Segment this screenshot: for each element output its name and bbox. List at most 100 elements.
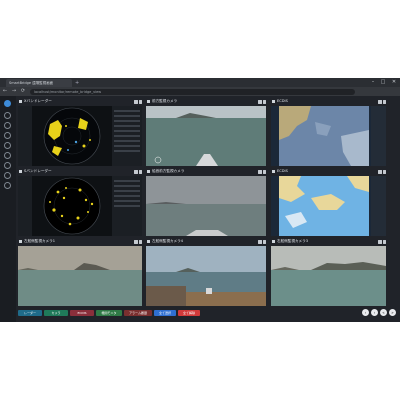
panel-forward-camera[interactable]: 前方監視カメラ [146, 98, 266, 166]
sidebar-camera-icon[interactable] [4, 122, 11, 129]
expand-icon[interactable] [262, 240, 266, 244]
panel-ecdis-1[interactable]: ECDIS [271, 98, 386, 166]
panel-bow-camera[interactable]: 船首前方監視カメラ [146, 168, 266, 236]
zoom-icon[interactable] [378, 240, 382, 244]
ecdis-view[interactable] [271, 106, 386, 166]
zoom-icon[interactable] [258, 240, 262, 244]
panel-title: 左舷側監視カメラ4 [152, 239, 184, 243]
zoom-icon[interactable] [378, 100, 382, 104]
sidebar-radar-icon[interactable] [4, 112, 11, 119]
zoom-icon[interactable] [134, 240, 138, 244]
panel-x-band-radar[interactable]: Xバンドレーダー [18, 98, 142, 166]
close-button[interactable]: ✕ [389, 78, 399, 87]
panel-port-camera-4[interactable]: 左舷側監視カメラ4 [146, 238, 266, 306]
panel-toolbar[interactable] [133, 100, 142, 104]
zoom-icon[interactable] [258, 170, 262, 174]
panel-toolbar[interactable] [257, 170, 266, 174]
panel-marker-icon [19, 169, 22, 173]
camera-view[interactable] [146, 106, 266, 166]
panel-toolbar[interactable] [377, 240, 386, 244]
camera-view[interactable] [18, 246, 142, 306]
panel-title: 左舷側監視カメラ1 [24, 239, 56, 243]
minimize-button[interactable]: – [368, 78, 378, 87]
panel-toolbar[interactable] [133, 240, 142, 244]
title-bar: SmartBridge 遠隔監視画面 + – □ ✕ [0, 78, 400, 87]
zoom-icon[interactable] [134, 170, 138, 174]
sidebar-home-icon[interactable] [4, 100, 11, 107]
radar-view[interactable] [18, 176, 142, 236]
panel-title: 前方監視カメラ [152, 99, 178, 103]
panel-marker-icon [272, 99, 275, 103]
next-page-button[interactable]: › [371, 309, 378, 316]
select-all-button[interactable]: 全て選択 [154, 310, 176, 316]
radar-filter-button[interactable]: レーダー [18, 310, 42, 316]
panel-title: ECDIS [277, 169, 288, 173]
panel-marker-icon [147, 99, 150, 103]
deselect-all-button[interactable]: 全て解除 [178, 310, 200, 316]
bottom-toolbar: レーダー カメラ ECDIS 機関モニタ アラーム履歴 全て選択 全て解除 ‹ … [16, 308, 400, 320]
browser-tab[interactable]: SmartBridge 遠隔監視画面 [6, 79, 72, 87]
panel-marker-icon [147, 169, 150, 173]
camera-view[interactable] [146, 246, 266, 306]
expand-icon[interactable] [138, 100, 142, 104]
back-button[interactable]: ← [1, 87, 9, 96]
zoom-icon[interactable] [378, 170, 382, 174]
panel-ecdis-2[interactable]: ECDIS [271, 168, 386, 236]
address-bar: ← → ⟳ localhost/monitor/remote_bridge_vi… [0, 87, 400, 96]
camera-image [146, 246, 266, 306]
panel-title: Sバンドレーダー [24, 169, 52, 173]
radar-display [18, 106, 142, 166]
panel-toolbar[interactable] [377, 100, 386, 104]
last-page-button[interactable]: » [389, 309, 396, 316]
expand-icon[interactable] [262, 100, 266, 104]
radar-view[interactable] [18, 106, 142, 166]
sidebar-chart-icon[interactable] [4, 132, 11, 139]
expand-icon[interactable] [382, 100, 386, 104]
camera-image [271, 246, 386, 306]
engine-filter-button[interactable]: 機関モニタ [96, 310, 122, 316]
url-input[interactable]: localhost/monitor/remote_bridge_view [30, 88, 355, 95]
expand-icon[interactable] [382, 170, 386, 174]
maximize-button[interactable]: □ [378, 78, 388, 87]
camera-image [146, 176, 266, 236]
panel-s-band-radar[interactable]: Sバンドレーダー [18, 168, 142, 236]
forward-button[interactable]: → [10, 87, 18, 96]
ecdis-chart [271, 176, 386, 236]
sidebar-settings-icon[interactable] [4, 172, 11, 179]
panel-toolbar[interactable] [377, 170, 386, 174]
new-tab-button[interactable]: + [75, 79, 79, 87]
ecdis-chart [271, 106, 386, 166]
zoom-icon[interactable] [134, 100, 138, 104]
zoom-icon[interactable] [258, 100, 262, 104]
ecdis-view[interactable] [271, 176, 386, 236]
panel-marker-icon [272, 169, 275, 173]
panel-port-camera-1[interactable]: 左舷側監視カメラ1 [18, 238, 142, 306]
app-content: Xバンドレーダー 前方監視カメラ ECDIS Sバンドレーダー 船首前方監視カメ… [0, 96, 400, 322]
panel-toolbar[interactable] [133, 170, 142, 174]
alarm-history-button[interactable]: アラーム履歴 [124, 310, 152, 316]
panel-title: ECDIS [277, 99, 288, 103]
radar-display [18, 176, 142, 236]
camera-filter-button[interactable]: カメラ [44, 310, 68, 316]
panel-marker-icon [19, 99, 22, 103]
reload-button[interactable]: ⟳ [19, 87, 27, 96]
expand-icon[interactable] [138, 240, 142, 244]
panel-toolbar[interactable] [257, 100, 266, 104]
sidebar-engine-icon[interactable] [4, 142, 11, 149]
camera-view[interactable] [271, 246, 386, 306]
sidebar-user-icon[interactable] [4, 182, 11, 189]
first-page-button[interactable]: « [380, 309, 387, 316]
panel-toolbar[interactable] [257, 240, 266, 244]
panel-starboard-camera-3[interactable]: 右舷側監視カメラ3 [271, 238, 386, 306]
prev-page-button[interactable]: ‹ [362, 309, 369, 316]
camera-view[interactable] [146, 176, 266, 236]
panel-title: Xバンドレーダー [24, 99, 52, 103]
sidebar-log-icon[interactable] [4, 162, 11, 169]
camera-image [146, 106, 266, 166]
ecdis-filter-button[interactable]: ECDIS [70, 310, 94, 316]
sidebar-alarm-icon[interactable] [4, 152, 11, 159]
expand-icon[interactable] [138, 170, 142, 174]
expand-icon[interactable] [382, 240, 386, 244]
panel-title: 船首前方監視カメラ [152, 169, 185, 173]
expand-icon[interactable] [262, 170, 266, 174]
